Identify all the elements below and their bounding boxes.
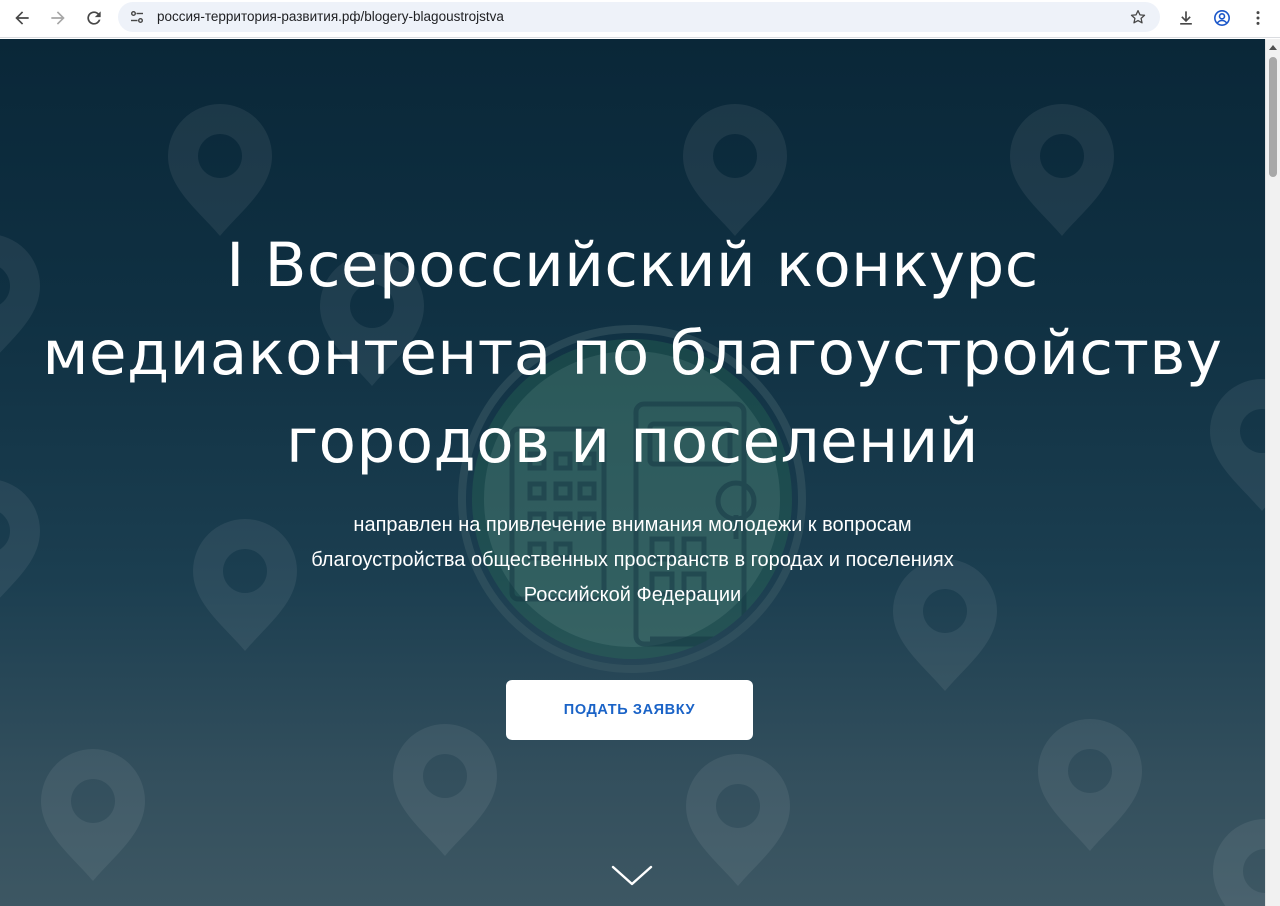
hero-subtitle: направлен на привлечение внимания молоде… bbox=[0, 508, 1265, 613]
hero-subtitle-line: направлен на привлечение внимания молоде… bbox=[353, 514, 912, 536]
arrow-left-icon bbox=[15, 11, 29, 25]
chrome-menu-button[interactable] bbox=[1243, 3, 1273, 33]
hero-subtitle-line: Российской Федерации bbox=[523, 584, 742, 606]
url-text[interactable]: россия-территория-развития.рф/blogery-bl… bbox=[157, 9, 504, 24]
scrollbar-thumb[interactable] bbox=[1269, 57, 1277, 177]
kebab-menu-icon bbox=[1256, 11, 1260, 25]
back-button[interactable] bbox=[7, 3, 37, 33]
page-scrollbar[interactable] bbox=[1265, 39, 1280, 906]
hero-title-line: I Всероссийский конкурс bbox=[226, 230, 1039, 301]
tune-icon bbox=[131, 11, 143, 23]
hero-section: I Всероссийский конкурс медиаконтента по… bbox=[0, 39, 1265, 906]
hero-title: I Всероссийский конкурс медиаконтента по… bbox=[0, 222, 1265, 486]
reload-icon bbox=[87, 11, 101, 25]
download-icon bbox=[1180, 11, 1192, 25]
arrow-right-icon bbox=[51, 11, 65, 25]
profile-button[interactable] bbox=[1207, 3, 1237, 33]
star-icon bbox=[1130, 9, 1146, 24]
scroll-up-arrow-icon[interactable] bbox=[1269, 45, 1277, 50]
address-bar[interactable]: россия-территория-развития.рф/blogery-bl… bbox=[118, 2, 1160, 32]
chevron-down-icon[interactable] bbox=[610, 863, 654, 889]
hero-title-line: медиаконтента по благоустройству bbox=[42, 318, 1223, 389]
browser-toolbar: россия-территория-развития.рф/blogery-bl… bbox=[0, 0, 1280, 38]
account-circle-icon bbox=[1214, 10, 1230, 26]
bookmark-star-button[interactable] bbox=[1126, 5, 1150, 29]
site-info-button[interactable] bbox=[125, 5, 149, 29]
forward-button[interactable] bbox=[43, 3, 73, 33]
reload-button[interactable] bbox=[79, 3, 109, 33]
submit-application-button[interactable]: ПОДАТЬ ЗАЯВКУ bbox=[506, 680, 753, 740]
hero-subtitle-line: благоустройства общественных пространств… bbox=[311, 549, 954, 571]
downloads-button[interactable] bbox=[1171, 3, 1201, 33]
hero-title-line: городов и поселений bbox=[286, 406, 979, 477]
